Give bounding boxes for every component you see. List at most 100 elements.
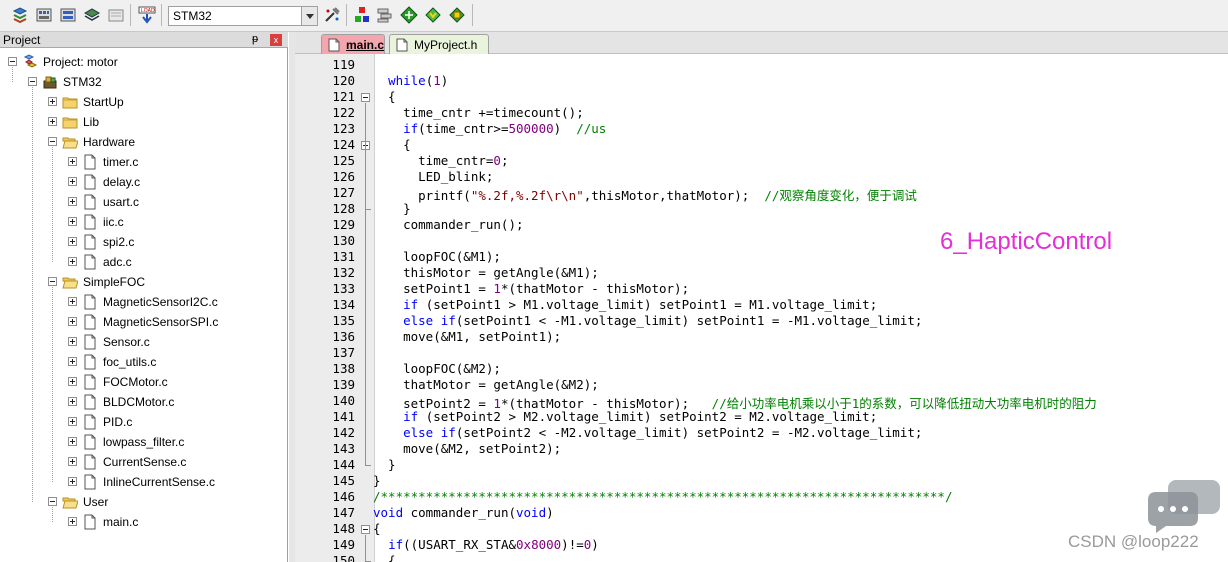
fold-toggle-icon[interactable] [361,93,370,102]
project-icon [22,54,38,70]
tree-item-label: Hardware [83,135,136,149]
panel-header: Project ᵽ x [0,32,288,48]
batch-build-icon[interactable] [82,5,102,25]
tree-item-label: iic.c [103,215,124,229]
code-editor[interactable]: 119 120 121 122 123 124 125 126 127 128 129 130 131 1… [295,54,1228,562]
code-line: printf("%.2f,%.2f\r\n",thisMotor,thatMot… [373,188,917,203]
manage-components-icon[interactable] [352,5,372,25]
pin-icon[interactable]: ᵽ [252,33,258,45]
collapse-icon[interactable] [48,137,57,146]
line-number: 147 [332,505,355,520]
tree-file-item[interactable]: main.c [0,512,288,532]
line-number: 122 [332,105,355,120]
tree-item-label: delay.c [103,175,141,189]
tree-file-item[interactable]: timer.c [0,152,288,172]
file-icon [396,38,408,52]
tree-folder-item[interactable]: StartUp [0,92,288,112]
tree-item-label: foc_utils.c [103,355,157,369]
run-time-environment-icon[interactable] [423,5,443,25]
expand-icon[interactable] [68,157,77,166]
pack-installer-icon[interactable] [399,5,419,25]
close-icon[interactable]: x [270,34,282,46]
select-packs-icon[interactable] [375,5,395,25]
tree-folder-item[interactable]: SimpleFOC [0,272,288,292]
translate-icon[interactable] [10,5,30,25]
file-icon [82,314,98,330]
code-line: { [373,521,381,536]
expand-icon[interactable] [68,257,77,266]
options-for-target-icon[interactable] [322,5,342,25]
tree-file-item[interactable]: lowpass_filter.c [0,432,288,452]
tree-folder-item[interactable]: User [0,492,288,512]
tree-file-item[interactable]: FOCMotor.c [0,372,288,392]
expand-icon[interactable] [48,97,57,106]
project-panel: Project ᵽ x Project: motor STM32 StartUp Li… [0,32,288,562]
books-icon[interactable] [447,5,467,25]
collapse-icon[interactable] [28,77,37,86]
panel-title: Project [3,33,41,47]
target-select[interactable]: STM32 [168,6,318,26]
code-line: LED_blink; [373,169,494,184]
collapse-icon[interactable] [48,277,57,286]
expand-icon[interactable] [68,437,77,446]
expand-icon[interactable] [68,417,77,426]
tree-file-item[interactable]: usart.c [0,192,288,212]
tree-file-item[interactable]: foc_utils.c [0,352,288,372]
tree-folder-item[interactable]: Hardware [0,132,288,152]
expand-icon[interactable] [48,117,57,126]
tree-item-label: timer.c [103,155,139,169]
file-icon [82,194,98,210]
expand-icon[interactable] [68,377,77,386]
build-icon[interactable] [34,5,54,25]
svg-text:LOAD: LOAD [141,8,155,14]
tab-main-c[interactable]: main.c [321,34,385,54]
line-number: 133 [332,281,355,296]
tree-item-label: MagneticSensorSPI.c [103,315,219,329]
tree-file-item[interactable]: MagneticSensorI2C.c [0,292,288,312]
file-icon [82,474,98,490]
expand-icon[interactable] [68,197,77,206]
collapse-icon[interactable] [48,497,57,506]
expand-icon[interactable] [68,297,77,306]
tree-file-item[interactable]: spi2.c [0,232,288,252]
expand-icon[interactable] [68,237,77,246]
target-icon [42,74,58,90]
code-line: while(1) [388,73,449,88]
download-icon[interactable]: LOAD [137,5,157,25]
tree-file-item[interactable]: CurrentSense.c [0,452,288,472]
expand-icon[interactable] [68,337,77,346]
tree-file-item[interactable]: iic.c [0,212,288,232]
collapse-icon[interactable] [8,57,17,66]
fold-toggle-icon[interactable] [361,525,370,534]
tree-file-item[interactable]: InlineCurrentSense.c [0,472,288,492]
line-number: 128 [332,201,355,216]
expand-icon[interactable] [68,177,77,186]
expand-icon[interactable] [68,397,77,406]
tree-file-item[interactable]: adc.c [0,252,288,272]
tree-file-item[interactable]: MagneticSensorSPI.c [0,312,288,332]
tab-myproject-h[interactable]: MyProject.h [389,34,489,54]
code-line: time_cntr +=timecount(); [373,105,584,120]
tree-file-item[interactable]: BLDCMotor.c [0,392,288,412]
code-line: } [373,201,411,216]
code-line: thatMotor = getAngle(&M2); [373,377,599,392]
tab-label: MyProject.h [414,38,478,52]
tree-folder-item[interactable]: Lib [0,112,288,132]
tree-target-item[interactable]: STM32 [0,72,288,92]
expand-icon[interactable] [68,517,77,526]
expand-icon[interactable] [68,217,77,226]
tree-file-item[interactable]: PID.c [0,412,288,432]
tree-file-item[interactable]: delay.c [0,172,288,192]
tree-file-item[interactable]: Sensor.c [0,332,288,352]
tree-item-label: MagneticSensorI2C.c [103,295,218,309]
folder-icon [62,94,78,110]
expand-icon[interactable] [68,317,77,326]
expand-icon[interactable] [68,477,77,486]
file-icon [82,514,98,530]
expand-icon[interactable] [68,357,77,366]
chevron-down-icon[interactable] [301,7,317,25]
expand-icon[interactable] [68,457,77,466]
tree-project-item[interactable]: Project: motor [0,52,288,72]
rebuild-icon[interactable] [58,5,78,25]
stop-build-icon[interactable] [106,5,126,25]
